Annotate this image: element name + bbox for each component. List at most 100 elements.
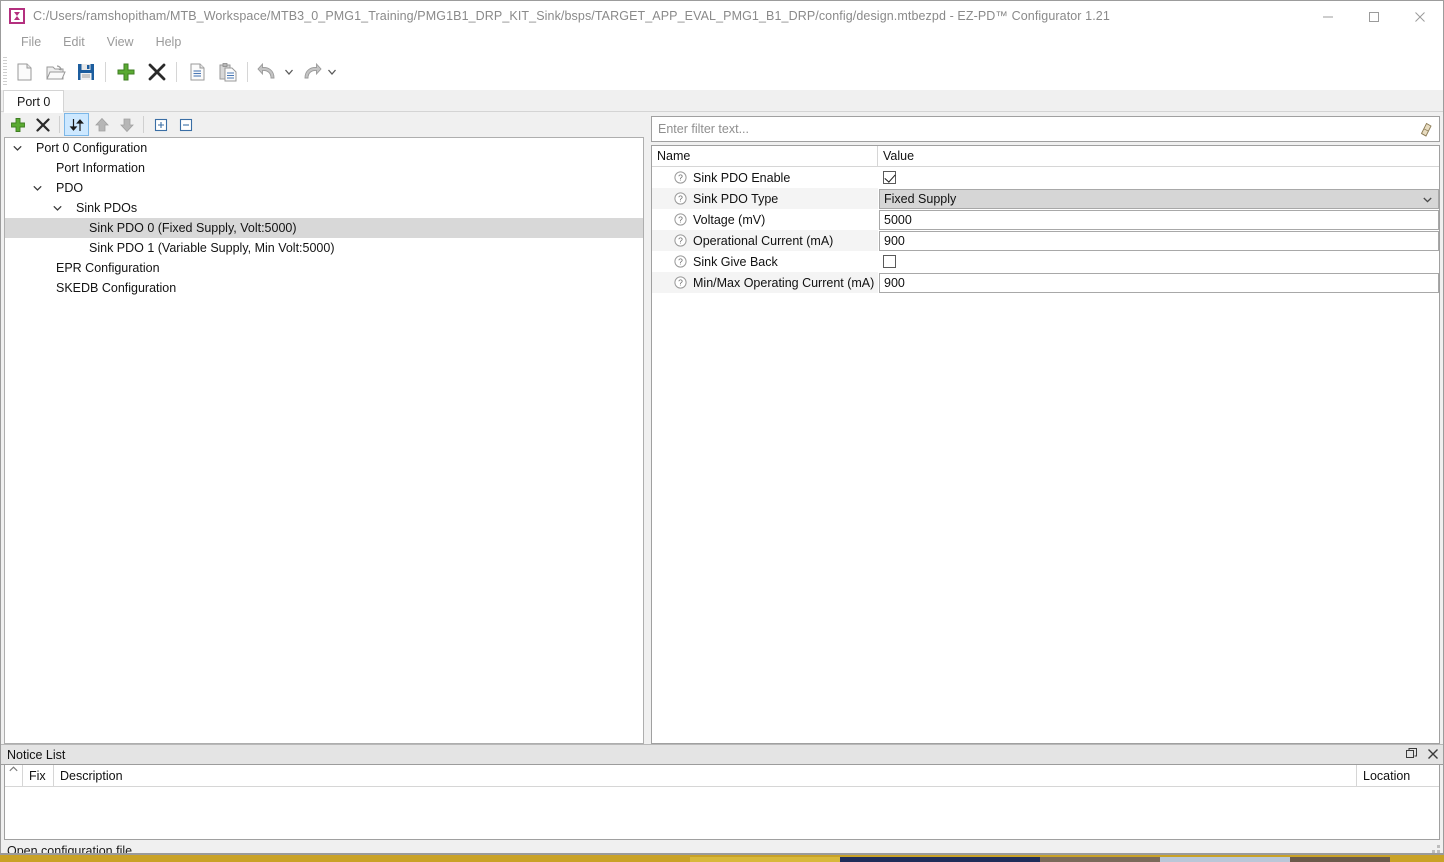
notice-column-header-location[interactable]: Location (1357, 765, 1439, 786)
property-row-sink-pdo-enable[interactable]: ? Sink PDO Enable (652, 167, 1439, 188)
new-file-button[interactable] (8, 56, 39, 87)
property-value-cell[interactable] (878, 251, 1439, 272)
menu-help[interactable]: Help (145, 31, 193, 53)
help-icon[interactable]: ? (674, 213, 687, 226)
notice-column-header-description[interactable]: Description (54, 765, 1357, 786)
redo-button[interactable] (295, 56, 326, 87)
maximize-icon[interactable] (1351, 1, 1397, 32)
property-row-min-max-operating-current[interactable]: ? Min/Max Operating Current (mA) 900 (652, 272, 1439, 293)
tree-toolbar-separator-1 (59, 116, 60, 133)
chevron-down-icon[interactable] (9, 138, 26, 158)
properties-pane: Name Value ? Sink PDO Enable (647, 112, 1443, 744)
voltage-input[interactable]: 5000 (879, 209, 1439, 230)
delete-button[interactable] (141, 56, 172, 87)
property-value-cell[interactable]: Fixed Supply (878, 188, 1439, 209)
eraser-icon[interactable] (1417, 120, 1435, 138)
svg-text:?: ? (678, 215, 683, 225)
configuration-tree[interactable]: Port 0 Configuration Port Information PD… (4, 137, 644, 744)
property-name-cell: ? Sink PDO Enable (652, 167, 878, 188)
tree-item-port-information[interactable]: Port Information (5, 158, 643, 178)
property-value-cell[interactable] (878, 167, 1439, 188)
help-icon[interactable]: ? (674, 171, 687, 184)
tree-add-button[interactable] (5, 113, 30, 136)
undo-button[interactable] (252, 56, 283, 87)
redo-dropdown-chevron-down-icon[interactable] (326, 56, 338, 87)
column-header-name[interactable]: Name (652, 146, 878, 166)
save-button[interactable] (70, 56, 101, 87)
add-button[interactable] (110, 56, 141, 87)
open-file-button[interactable] (39, 56, 70, 87)
min-max-operating-current-input[interactable]: 900 (879, 272, 1439, 293)
notice-list-title: Notice List (7, 747, 66, 762)
tab-port-0[interactable]: Port 0 (3, 90, 65, 113)
help-icon[interactable]: ? (674, 192, 687, 205)
property-name-cell: ? Operational Current (mA) (652, 230, 878, 251)
chevron-down-icon[interactable] (29, 178, 46, 198)
paste-button[interactable] (212, 56, 243, 87)
tree-collapse-all-button[interactable] (173, 113, 198, 136)
tree-item-sink-pdo-1[interactable]: Sink PDO 1 (Variable Supply, Min Volt:50… (5, 238, 643, 258)
undo-dropdown-chevron-down-icon[interactable] (283, 56, 295, 87)
copy-button[interactable] (181, 56, 212, 87)
property-row-voltage[interactable]: ? Voltage (mV) 5000 (652, 209, 1439, 230)
tree-item-port-0-configuration[interactable]: Port 0 Configuration (5, 138, 643, 158)
plus-icon (10, 117, 25, 132)
tree-item-epr-configuration[interactable]: EPR Configuration (5, 258, 643, 278)
filter-input[interactable] (658, 122, 1417, 136)
tree-item-pdo[interactable]: PDO (5, 178, 643, 198)
operational-current-input[interactable]: 900 (879, 230, 1439, 251)
tree-item-skedb-configuration[interactable]: SKEDB Configuration (5, 278, 643, 298)
tree-move-up-button[interactable] (89, 113, 114, 136)
column-header-value[interactable]: Value (878, 146, 1439, 166)
sink-give-back-checkbox[interactable] (883, 255, 896, 268)
help-icon[interactable]: ? (674, 234, 687, 247)
tree-sort-button[interactable] (64, 113, 89, 136)
property-row-sink-pdo-type[interactable]: ? Sink PDO Type Fixed Supply (652, 188, 1439, 209)
redo-arrow-icon (304, 62, 322, 78)
chevron-down-icon[interactable] (49, 198, 66, 218)
minimize-icon[interactable] (1305, 1, 1351, 32)
chevron-down-icon[interactable] (1423, 192, 1432, 206)
sink-pdo-type-value: Fixed Supply (884, 191, 957, 206)
property-value-cell[interactable]: 5000 (878, 209, 1439, 230)
help-icon[interactable]: ? (674, 255, 687, 268)
tree-item-label: Sink PDO 1 (Variable Supply, Min Volt:50… (89, 241, 335, 255)
arrow-down-icon (119, 118, 134, 132)
menu-edit[interactable]: Edit (52, 31, 96, 53)
close-icon[interactable] (1397, 1, 1443, 32)
plus-icon (117, 63, 134, 80)
property-label: Sink PDO Enable (693, 170, 791, 185)
close-icon[interactable] (1427, 748, 1439, 763)
property-name-cell: ? Voltage (mV) (652, 209, 878, 230)
sink-pdo-type-dropdown[interactable]: Fixed Supply (879, 188, 1439, 209)
tree-delete-button[interactable] (30, 113, 55, 136)
ezpd-configurator-icon (9, 8, 25, 24)
property-row-operational-current[interactable]: ? Operational Current (mA) 900 (652, 230, 1439, 251)
tree-item-sink-pdos[interactable]: Sink PDOs (5, 198, 643, 218)
svg-text:?: ? (678, 257, 683, 267)
property-name-cell: ? Min/Max Operating Current (mA) (652, 272, 878, 293)
tab-strip: Port 0 (0, 90, 1444, 113)
help-icon[interactable]: ? (674, 276, 687, 289)
restore-panel-icon[interactable] (1406, 748, 1418, 763)
notice-column-header-fix[interactable]: Fix (23, 765, 54, 786)
tree-item-label: Sink PDO 0 (Fixed Supply, Volt:5000) (89, 221, 297, 235)
notice-list-actions (1406, 745, 1439, 766)
property-value-cell[interactable]: 900 (878, 230, 1439, 251)
property-row-sink-give-back[interactable]: ? Sink Give Back (652, 251, 1439, 272)
menu-view[interactable]: View (96, 31, 145, 53)
tree-expand-all-button[interactable] (148, 113, 173, 136)
tree-move-down-button[interactable] (114, 113, 139, 136)
sort-updown-icon (69, 118, 84, 131)
window-title: C:/Users/ramshopitham/MTB_Workspace/MTB3… (33, 9, 1110, 23)
menu-file[interactable]: File (10, 31, 52, 53)
tree-item-label: Sink PDOs (76, 201, 138, 215)
property-label: Min/Max Operating Current (mA) (693, 275, 875, 290)
notice-list-title-bar: Notice List (1, 744, 1443, 765)
sort-ascending-icon[interactable] (5, 765, 23, 786)
title-bar: C:/Users/ramshopitham/MTB_Workspace/MTB3… (0, 0, 1444, 31)
sink-pdo-enable-checkbox[interactable] (883, 171, 896, 184)
tree-item-sink-pdo-0[interactable]: Sink PDO 0 (Fixed Supply, Volt:5000) (5, 218, 643, 238)
svg-text:?: ? (678, 278, 683, 288)
property-value-cell[interactable]: 900 (878, 272, 1439, 293)
